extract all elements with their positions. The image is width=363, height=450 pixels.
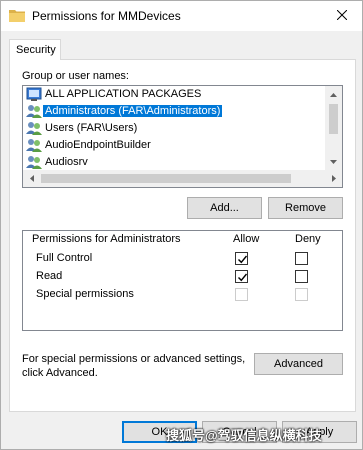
vertical-scrollbar[interactable] <box>325 86 342 170</box>
permission-name: Full Control <box>36 252 93 264</box>
security-tab-panel: Group or user names: ALL APPLICATION PAC… <box>9 59 356 412</box>
allow-checkbox[interactable] <box>235 252 248 265</box>
advanced-note: For special permissions or advanced sett… <box>22 353 246 379</box>
list-item-label: Users (FAR\Users) <box>45 122 138 134</box>
deny-checkbox[interactable] <box>295 270 308 283</box>
user-group-icon <box>26 155 42 170</box>
close-icon <box>336 9 348 23</box>
tab-security[interactable]: Security <box>9 39 61 60</box>
deny-column-header: Deny <box>295 233 321 245</box>
user-group-icon <box>26 121 42 136</box>
permission-name: Read <box>36 270 63 282</box>
scroll-left-icon[interactable] <box>23 170 40 187</box>
tab-strip: Security <box>1 31 362 60</box>
permissions-header: Permissions for Administrators Allow Den… <box>23 231 342 248</box>
list-item-label: AudioEndpointBuilder <box>45 139 151 151</box>
allow-column-header: Allow <box>233 233 260 245</box>
watermark-text: 搜狐号@驾驭信息纵横科技 <box>166 428 322 443</box>
folder-icon <box>9 9 25 22</box>
permissions-table: Permissions for Administrators Allow Den… <box>22 230 343 331</box>
list-item[interactable]: Audiosrv <box>23 154 326 171</box>
permission-row: Full Control <box>23 250 342 268</box>
group-user-list: ALL APPLICATION PACKAGES Administrators (… <box>23 86 326 171</box>
close-button[interactable] <box>322 1 362 31</box>
scroll-up-icon[interactable] <box>325 86 342 103</box>
scroll-right-icon[interactable] <box>325 170 342 187</box>
group-user-listbox[interactable]: ALL APPLICATION PACKAGES Administrators (… <box>22 85 343 188</box>
list-item[interactable]: Administrators (FAR\Administrators) <box>23 103 326 120</box>
horizontal-scrollbar[interactable] <box>23 170 342 187</box>
list-item-label: ALL APPLICATION PACKAGES <box>45 88 202 100</box>
deny-checkbox <box>295 288 308 301</box>
user-group-icon <box>26 138 42 153</box>
add-button[interactable]: Add... <box>187 197 262 219</box>
list-item[interactable]: AudioEndpointBuilder <box>23 137 326 154</box>
permissions-dialog: Permissions for MMDevices Security Group… <box>0 0 363 450</box>
packages-icon <box>26 87 42 102</box>
list-item-label: Audiosrv <box>45 156 88 168</box>
allow-checkbox[interactable] <box>235 270 248 283</box>
scroll-down-icon[interactable] <box>325 153 342 170</box>
horizontal-scroll-thumb[interactable] <box>41 174 291 183</box>
deny-checkbox[interactable] <box>295 252 308 265</box>
vertical-scroll-thumb[interactable] <box>329 104 338 134</box>
permission-name: Special permissions <box>36 288 134 300</box>
title-bar[interactable]: Permissions for MMDevices <box>1 1 362 31</box>
advanced-button[interactable]: Advanced <box>254 353 343 375</box>
remove-button[interactable]: Remove <box>268 197 343 219</box>
group-names-label: Group or user names: <box>22 70 129 82</box>
permissions-for-label: Permissions for Administrators <box>32 233 181 245</box>
allow-checkbox <box>235 288 248 301</box>
user-group-icon <box>26 104 42 119</box>
list-item-label: Administrators (FAR\Administrators) <box>43 105 223 117</box>
list-item[interactable]: Users (FAR\Users) <box>23 120 326 137</box>
permission-row: Read <box>23 268 342 286</box>
window-title: Permissions for MMDevices <box>32 9 181 23</box>
list-item[interactable]: ALL APPLICATION PACKAGES <box>23 86 326 103</box>
permission-row: Special permissions <box>23 286 342 304</box>
